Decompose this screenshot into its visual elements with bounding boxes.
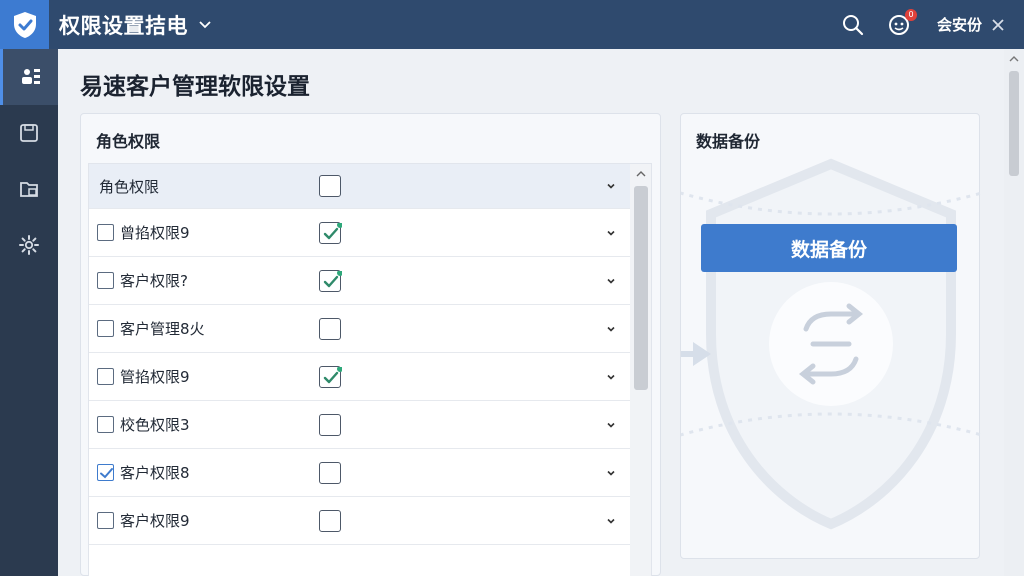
scrollbar-thumb[interactable] bbox=[634, 186, 648, 390]
notification-badge: 0 bbox=[904, 8, 917, 21]
table-row: 客户管理8火 bbox=[89, 305, 630, 353]
sidebar-item-settings[interactable] bbox=[0, 217, 58, 273]
check-icon bbox=[100, 468, 113, 479]
sidebar-item-users[interactable] bbox=[0, 49, 58, 105]
row-select-checkbox[interactable] bbox=[97, 320, 114, 337]
row-select-checkbox[interactable] bbox=[97, 368, 114, 385]
sidebar-item-save[interactable] bbox=[0, 105, 58, 161]
scroll-up-icon[interactable] bbox=[1009, 55, 1019, 63]
role-name: 客户权限9 bbox=[120, 512, 190, 530]
backup-shield-illustration bbox=[681, 158, 981, 530]
chevron-down-icon[interactable] bbox=[605, 467, 617, 479]
table-scrollbar[interactable] bbox=[630, 164, 651, 576]
permission-checkbox[interactable] bbox=[319, 365, 342, 388]
check-icon bbox=[323, 270, 342, 287]
table-header: 角色权限 bbox=[89, 164, 630, 209]
backup-button[interactable]: 数据备份 bbox=[701, 224, 957, 272]
chevron-down-icon[interactable] bbox=[605, 515, 617, 527]
row-select-checkbox[interactable] bbox=[97, 512, 114, 529]
title-bar: 权限设置拮电 0 会安份 bbox=[0, 0, 1024, 49]
app-title: 权限设置拮电 bbox=[59, 13, 188, 38]
chevron-down-icon[interactable] bbox=[605, 227, 617, 239]
roles-table: 角色权限 曾掐权限9 客户权限? 客户管理8火 管掐权限9 校色权限3 客户权限8 客户权限… bbox=[88, 163, 652, 576]
sidebar bbox=[0, 49, 58, 576]
role-name: 管掐权限9 bbox=[120, 368, 190, 386]
table-row: 客户权限8 bbox=[89, 449, 630, 497]
roles-panel-title: 角色权限 bbox=[96, 132, 161, 151]
user-menu[interactable]: 会安份 bbox=[937, 14, 982, 35]
close-icon[interactable] bbox=[986, 13, 1010, 37]
permission-checkbox[interactable] bbox=[319, 413, 341, 436]
table-row: 客户权限? bbox=[89, 257, 630, 305]
permission-checkbox[interactable] bbox=[319, 509, 341, 532]
header-label: 角色权限 bbox=[99, 177, 160, 196]
backup-panel: 数据备份 数据备份 bbox=[680, 113, 981, 559]
page-title: 易速客户管理软限设置 bbox=[80, 74, 310, 100]
roles-panel: 角色权限 角色权限 曾掐权限9 客户权限? 客户管理8火 管掐权限9 校色权限3 客户权限… bbox=[80, 113, 661, 576]
permission-checkbox[interactable] bbox=[319, 317, 341, 340]
chevron-down-icon[interactable] bbox=[605, 419, 617, 431]
select-all-checkbox[interactable] bbox=[319, 175, 341, 197]
chevron-down-icon[interactable] bbox=[198, 18, 212, 32]
sidebar-item-folder[interactable] bbox=[0, 161, 58, 217]
app-logo bbox=[0, 0, 49, 49]
page-scrollbar-thumb[interactable] bbox=[1009, 71, 1019, 176]
save-icon bbox=[20, 124, 38, 142]
role-name: 客户管理8火 bbox=[120, 320, 205, 338]
role-name: 校色权限3 bbox=[120, 416, 190, 434]
chevron-down-icon[interactable] bbox=[605, 180, 617, 192]
permission-checkbox[interactable] bbox=[319, 221, 342, 244]
chevron-down-icon[interactable] bbox=[605, 323, 617, 335]
check-icon bbox=[323, 222, 342, 239]
chevron-down-icon[interactable] bbox=[605, 275, 617, 287]
folder-icon bbox=[20, 182, 38, 197]
role-name: 客户权限? bbox=[120, 272, 188, 290]
check-icon bbox=[323, 366, 342, 383]
chevron-down-icon[interactable] bbox=[605, 371, 617, 383]
gear-icon bbox=[19, 235, 39, 255]
table-row: 客户权限9 bbox=[89, 497, 630, 545]
permission-checkbox[interactable] bbox=[319, 269, 342, 292]
shield-check-icon bbox=[13, 11, 36, 38]
row-select-checkbox[interactable] bbox=[97, 416, 114, 433]
main-content: 易速客户管理软限设置 角色权限 角色权限 曾掐权限9 客户权限? 客户管理8火 管掐权… bbox=[58, 49, 1024, 576]
search-icon[interactable] bbox=[841, 13, 865, 37]
table-row: 校色权限3 bbox=[89, 401, 630, 449]
permission-checkbox[interactable] bbox=[319, 461, 341, 484]
notification-icon[interactable]: 0 bbox=[887, 8, 917, 37]
table-row: 管掐权限9 bbox=[89, 353, 630, 401]
table-row: 曾掐权限9 bbox=[89, 209, 630, 257]
users-icon bbox=[21, 69, 40, 84]
row-select-checkbox[interactable] bbox=[97, 224, 114, 241]
scroll-up-icon[interactable] bbox=[636, 170, 646, 178]
row-select-checkbox[interactable] bbox=[97, 272, 114, 289]
role-name: 曾掐权限9 bbox=[120, 224, 190, 242]
row-select-checkbox[interactable] bbox=[97, 464, 114, 481]
role-name: 客户权限8 bbox=[120, 464, 190, 482]
page-scrollbar[interactable] bbox=[1004, 49, 1024, 576]
